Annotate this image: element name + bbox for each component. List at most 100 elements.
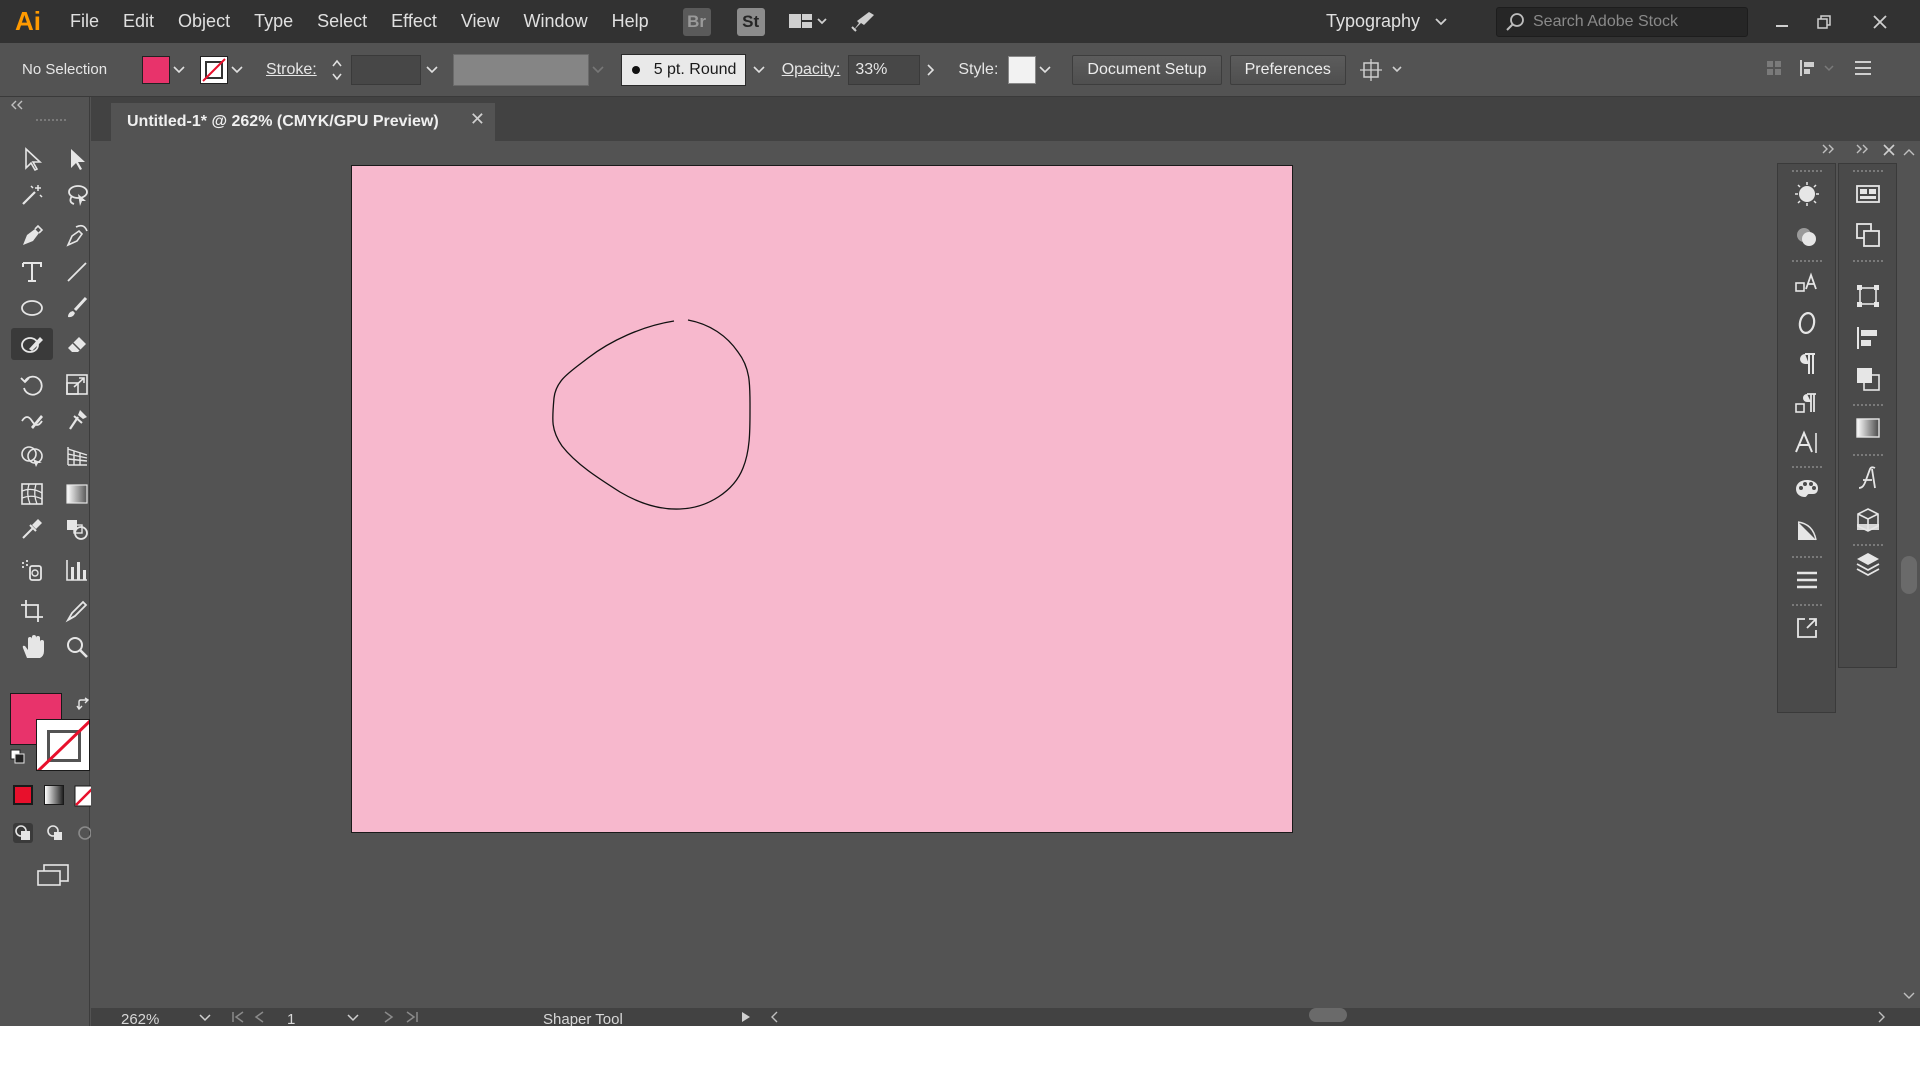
scroll-up-icon[interactable] [1903, 147, 1915, 157]
scroll-left-icon[interactable] [769, 1011, 779, 1023]
artboard-number-field[interactable]: 1 [287, 1011, 295, 1026]
magic-wand-tool[interactable] [14, 179, 50, 211]
close-panel-icon[interactable] [1882, 143, 1896, 157]
scroll-down-icon[interactable] [1903, 991, 1915, 1001]
shaper-tool[interactable] [11, 328, 53, 360]
minimize-button[interactable] [1762, 0, 1802, 43]
scroll-right-icon[interactable] [1877, 1011, 1887, 1023]
character-styles-button[interactable] [1787, 265, 1827, 301]
close-window-button[interactable] [1860, 0, 1900, 43]
stroke-weight-stepper[interactable] [329, 55, 345, 85]
hand-tool[interactable] [14, 631, 50, 663]
menu-file[interactable]: File [58, 0, 111, 43]
menu-effect[interactable]: Effect [379, 0, 449, 43]
color-mode-button[interactable] [13, 785, 33, 805]
workspace-switcher[interactable]: Typography [1326, 0, 1448, 43]
variable-width-profile[interactable] [452, 53, 589, 86]
warp-tool[interactable] [14, 404, 50, 436]
last-artboard-icon[interactable] [405, 1011, 419, 1023]
stroke-swatch[interactable] [200, 55, 228, 84]
collapse-panel-icon[interactable] [8, 99, 26, 111]
menu-edit[interactable]: Edit [111, 0, 166, 43]
paintbrush-tool[interactable] [59, 292, 95, 324]
swatches-panel-button[interactable] [1787, 471, 1827, 507]
close-tab-icon[interactable]: ✕ [470, 109, 485, 130]
align-options-icon[interactable] [1798, 57, 1838, 79]
style-dropdown[interactable] [1036, 56, 1054, 84]
default-fill-stroke-icon[interactable] [10, 749, 26, 765]
eraser-tool[interactable] [59, 328, 95, 360]
first-artboard-icon[interactable] [231, 1011, 245, 1023]
character-panel-button[interactable] [1787, 425, 1827, 461]
previous-artboard-icon[interactable] [253, 1011, 265, 1023]
glyphs-panel-button[interactable] [1848, 460, 1888, 496]
symbol-sprayer-tool[interactable] [14, 554, 50, 586]
stock-button[interactable]: St [736, 7, 765, 36]
opacity-label[interactable]: Opacity: [782, 61, 841, 79]
bridge-button[interactable]: Br [682, 7, 711, 36]
column-graph-tool[interactable] [59, 554, 95, 586]
artboards-panel-button[interactable] [1848, 217, 1888, 253]
layers-panel-button[interactable] [1848, 546, 1888, 582]
vertical-scrollbar[interactable] [1898, 141, 1920, 1008]
menu-window[interactable]: Window [512, 0, 600, 43]
pen-tool[interactable] [14, 220, 50, 252]
gradient-mode-button[interactable] [44, 785, 64, 805]
eyedropper-tool[interactable] [14, 513, 50, 545]
stroke-weight-field[interactable] [350, 54, 421, 85]
mesh-tool[interactable] [14, 478, 50, 510]
appearance-panel-button[interactable] [1787, 219, 1827, 255]
document-setup-button[interactable]: Document Setup [1072, 54, 1222, 85]
paragraph-styles-button[interactable] [1787, 386, 1827, 422]
artboard-dropdown-icon[interactable] [347, 1014, 359, 1022]
horizontal-scroll-thumb[interactable] [1309, 1008, 1347, 1022]
profile-dropdown[interactable] [589, 56, 607, 84]
expand-panels-icon[interactable] [1854, 143, 1870, 155]
opacity-field[interactable]: 33% [848, 54, 921, 85]
arrange-documents-icon[interactable] [787, 11, 827, 33]
gradient-panel-button-2[interactable] [1848, 410, 1888, 446]
blend-tool[interactable] [59, 513, 95, 545]
stroke-label[interactable]: Stroke: [266, 61, 317, 79]
opentype-panel-button[interactable] [1787, 305, 1827, 341]
scale-tool[interactable] [59, 369, 95, 401]
slice-tool[interactable] [59, 595, 95, 627]
fill-dropdown[interactable] [170, 56, 188, 84]
draw-behind-icon[interactable] [44, 822, 66, 844]
document-tab[interactable]: Untitled-1* @ 262% (CMYK/GPU Preview) ✕ [111, 103, 495, 141]
vertical-scroll-thumb[interactable] [1901, 556, 1917, 594]
brush-definition[interactable]: 5 pt. Round [620, 53, 746, 86]
next-artboard-icon[interactable] [383, 1011, 395, 1023]
transform-options-icon[interactable] [1359, 57, 1406, 83]
stroke-weight-dropdown[interactable] [421, 56, 443, 84]
zoom-tool[interactable] [59, 631, 95, 663]
graphic-style-swatch[interactable] [1008, 55, 1037, 84]
gradient-tool[interactable] [59, 478, 95, 510]
export-panel-button[interactable] [1787, 610, 1827, 646]
perspective-grid-tool[interactable] [59, 440, 95, 472]
rotate-tool[interactable] [14, 369, 50, 401]
gpu-performance-icon[interactable] [849, 9, 877, 35]
search-input[interactable] [1533, 13, 1733, 31]
libraries-panel-button[interactable] [1848, 176, 1888, 212]
menu-select[interactable]: Select [305, 0, 379, 43]
stock-search[interactable] [1496, 7, 1748, 37]
artboard-tool[interactable] [14, 595, 50, 627]
curvature-tool[interactable] [59, 220, 95, 252]
direct-selection-tool[interactable] [59, 143, 95, 175]
selection-tool[interactable] [14, 143, 50, 175]
zoom-dropdown-icon[interactable] [199, 1014, 211, 1022]
menu-object[interactable]: Object [166, 0, 242, 43]
stroke-dropdown[interactable] [228, 56, 246, 84]
draw-normal-icon[interactable] [12, 822, 34, 844]
line-tool[interactable] [59, 256, 95, 288]
expand-panels-icon[interactable] [1820, 143, 1836, 155]
stroke-panel-button[interactable] [1787, 562, 1827, 598]
fill-swatch[interactable] [142, 55, 170, 84]
swap-fill-stroke-icon[interactable] [76, 697, 92, 713]
align-panel-button[interactable] [1848, 320, 1888, 356]
type-tool[interactable] [14, 256, 50, 288]
menu-type[interactable]: Type [242, 0, 305, 43]
menu-help[interactable]: Help [600, 0, 661, 43]
drawn-shape-path[interactable] [352, 166, 1294, 834]
